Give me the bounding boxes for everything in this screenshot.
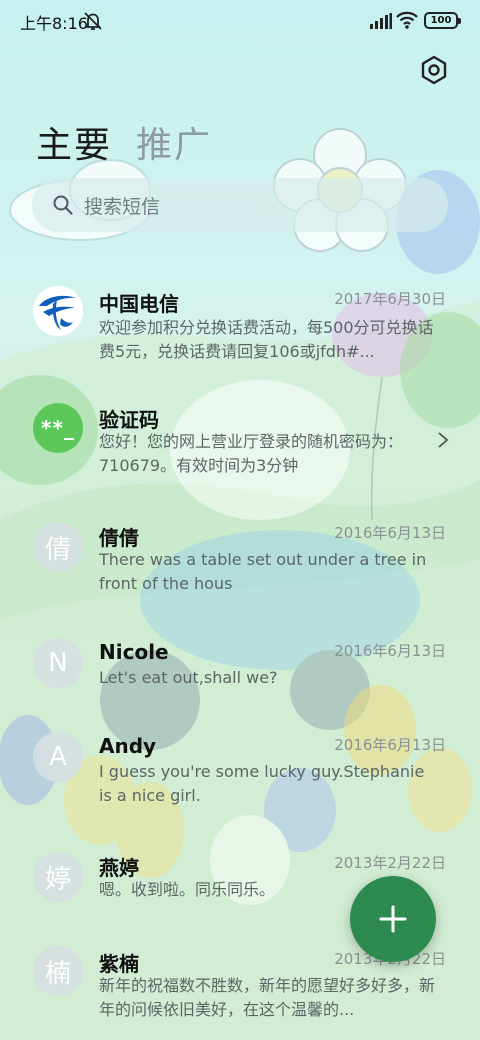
conversation-name: 中国电信 bbox=[99, 292, 179, 316]
conversation-item[interactable]: 楠 紫楠 2013年2月22日 新年的祝福数不胜数，新年的愿望好多好多，新年的问… bbox=[0, 946, 480, 1036]
tab-promotions[interactable]: 推广 bbox=[136, 116, 212, 168]
avatar: 倩 bbox=[33, 522, 83, 572]
settings-icon[interactable] bbox=[418, 54, 450, 86]
avatar: N bbox=[33, 638, 83, 688]
avatar bbox=[33, 286, 83, 336]
conversation-name: Andy bbox=[99, 734, 157, 758]
chevron-right-icon bbox=[438, 432, 449, 448]
conversation-item[interactable]: A Andy 2016年6月13日 I guess you're some lu… bbox=[0, 732, 480, 822]
conversation-name: 验证码 bbox=[99, 408, 159, 432]
avatar: 婷 bbox=[33, 852, 83, 902]
status-bar: 上午8:16 100 bbox=[0, 0, 480, 42]
conversation-item[interactable]: **_ 验证码 您好！您的网上营业厅登录的随机密码为：710679。有效时间为3… bbox=[0, 400, 480, 490]
conversation-preview: 新年的祝福数不胜数，新年的愿望好多好多，新年的问候依旧美好，在这个温馨的... bbox=[99, 976, 436, 1019]
conversation-name: 紫楠 bbox=[99, 952, 139, 976]
conversation-item[interactable]: N Nicole 2016年6月13日 Let's eat out,shall … bbox=[0, 636, 480, 706]
conversation-name: Nicole bbox=[99, 640, 169, 664]
avatar: A bbox=[33, 732, 83, 782]
conversation-item[interactable]: 中国电信 2017年6月30日 欢迎参加积分兑换话费活动，每500分可兑换话费5… bbox=[0, 282, 480, 382]
conversation-date: 2016年6月13日 bbox=[334, 736, 446, 754]
conversation-preview: There was a table set out under a tree i… bbox=[99, 550, 427, 593]
mute-icon bbox=[84, 12, 102, 30]
plus-icon bbox=[379, 905, 407, 933]
wifi-icon bbox=[396, 11, 418, 29]
status-time: 上午8:16 bbox=[20, 14, 88, 33]
search-placeholder: 搜索短信 bbox=[84, 196, 161, 218]
conversation-item[interactable]: 倩 倩倩 2016年6月13日 There was a table set ou… bbox=[0, 520, 480, 610]
china-telecom-logo-icon bbox=[33, 286, 83, 336]
conversation-preview: Let's eat out,shall we? bbox=[99, 668, 278, 687]
conversation-preview: I guess you're some lucky guy.Stephanie … bbox=[99, 762, 425, 805]
battery-icon: 100 bbox=[424, 12, 461, 29]
tab-main[interactable]: 主要 bbox=[36, 116, 112, 168]
conversation-name: 倩倩 bbox=[99, 526, 139, 550]
new-message-button[interactable] bbox=[350, 876, 436, 962]
conversation-date: 2016年6月13日 bbox=[334, 642, 446, 660]
avatar: 楠 bbox=[33, 946, 83, 996]
search-input[interactable]: 搜索短信 bbox=[32, 178, 448, 232]
conversation-preview: 您好！您的网上营业厅登录的随机密码为：710679。有效时间为3分钟 bbox=[99, 432, 404, 475]
conversation-name: 燕婷 bbox=[99, 856, 139, 880]
conversation-preview: 欢迎参加积分兑换话费活动，每500分可兑换话费5元，兑换话费请回复106或jfd… bbox=[99, 318, 434, 361]
search-icon bbox=[53, 195, 73, 215]
avatar: **_ bbox=[33, 403, 83, 453]
conversation-date: 2017年6月30日 bbox=[334, 290, 446, 308]
signal-icon bbox=[370, 13, 392, 29]
battery-level: 100 bbox=[430, 15, 452, 26]
conversation-date: 2013年2月22日 bbox=[334, 854, 446, 872]
conversation-date: 2016年6月13日 bbox=[334, 524, 446, 542]
